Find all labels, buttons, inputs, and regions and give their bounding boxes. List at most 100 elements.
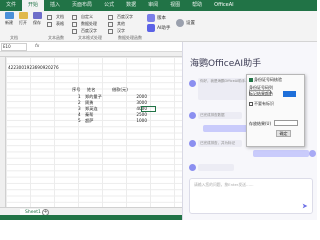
- ribbon-tabs: 文件 开始 插入 页面布局 公式 数据 审阅 视图 帮助 OfficeAI: [0, 0, 317, 11]
- formula-bar: E10 fx: [0, 42, 182, 52]
- group-label-text-func: 文本函数: [48, 35, 64, 40]
- selected-cell[interactable]: [141, 106, 156, 112]
- open-button[interactable]: 打开: [17, 12, 29, 26]
- table-row-id[interactable]: 5: [78, 118, 81, 123]
- panel-title: 海鹦OfficeAI助手: [190, 59, 262, 69]
- ai-assistant-button[interactable]: AI助手: [147, 24, 170, 32]
- ai-robot-icon: [147, 24, 155, 32]
- table-row-amount[interactable]: 2000: [131, 94, 147, 99]
- checkbox-box: [249, 102, 253, 106]
- assistant-avatar: [189, 140, 196, 147]
- open-button-label: 打开: [19, 20, 27, 25]
- dialog-title-text: 身份证号码核验: [254, 77, 282, 82]
- marker-color-input[interactable]: [283, 91, 296, 97]
- folder-icon: [18, 12, 28, 19]
- table-row-id[interactable]: 3: [78, 106, 81, 111]
- version-label: 版本: [157, 16, 166, 21]
- ribbon-row-3: 自定义: [72, 14, 93, 20]
- ribbon-item-baidu-2[interactable]: 百度汉字: [117, 14, 133, 20]
- ribbon-item-custom[interactable]: 自定义: [81, 14, 93, 20]
- tab-view[interactable]: 视图: [164, 0, 186, 11]
- settings-button[interactable]: 设置: [176, 19, 195, 27]
- table-row-amount[interactable]: 2500: [131, 112, 147, 117]
- tab-officeai[interactable]: OfficeAI: [208, 0, 240, 11]
- table-row-name[interactable]: 超萨: [85, 118, 93, 124]
- name-box[interactable]: E10: [1, 42, 27, 51]
- save-button[interactable]: 保存: [31, 12, 43, 26]
- checkbox-label: 不要有标识: [254, 101, 274, 106]
- user-message: [253, 150, 309, 157]
- checkbox-icon: [72, 21, 77, 27]
- table-row-amount[interactable]: 3000: [131, 100, 147, 105]
- assistant-avatar: [189, 80, 196, 87]
- ribbon-row-1: 文档: [47, 14, 64, 20]
- checkbox-icon: [47, 21, 52, 27]
- chat-input-placeholder: 请输入您的问题，按Enter发送……: [194, 182, 254, 187]
- marker-label: 标记结果颜色: [249, 91, 273, 96]
- new-button-label: 新建: [5, 20, 13, 25]
- id-check-dialog: 身份证号码核验 身份证号码列 标记结果颜色 不要有标识 存放结果(U) 确定: [246, 74, 305, 147]
- tab-page-layout[interactable]: 页面布局: [66, 0, 98, 11]
- user-avatar: [309, 150, 316, 157]
- table-row-id[interactable]: 2: [78, 100, 81, 105]
- user-message: [203, 125, 251, 132]
- assistant-message: 已完成排查，并为标记: [198, 140, 242, 147]
- tab-review[interactable]: 审阅: [142, 0, 164, 11]
- settings-label: 设置: [186, 21, 195, 26]
- ribbon-row-4: 数据处理: [72, 21, 97, 27]
- ribbon-item-table[interactable]: 表格: [56, 21, 64, 27]
- excel-icon: [249, 78, 253, 82]
- ribbon-row-7: 其他: [108, 21, 125, 27]
- ribbon-row-5: 百度汉字: [72, 28, 97, 34]
- spreadsheet-grid[interactable]: [0, 52, 182, 207]
- checkbox-icon: [72, 14, 77, 20]
- column-headers: [0, 52, 182, 57]
- ribbon-item-doc[interactable]: 文档: [56, 14, 64, 20]
- save-button-label: 保存: [33, 20, 41, 25]
- chat-input[interactable]: 请输入您的问题，按Enter发送……: [189, 178, 313, 214]
- fx-icon: fx: [35, 44, 40, 49]
- output-input[interactable]: [274, 120, 298, 126]
- tab-file[interactable]: 文件: [0, 0, 22, 11]
- assistant-message: [198, 164, 234, 171]
- ribbon-row-8: 汉字: [108, 28, 125, 34]
- tab-home[interactable]: 开始: [22, 0, 45, 11]
- status-bar: [0, 215, 182, 220]
- version-button[interactable]: 版本: [147, 14, 166, 22]
- group-label-data-func: 数据处理函数: [118, 35, 142, 40]
- checkbox-icon: [108, 21, 113, 27]
- header-amount[interactable]: 借款(元): [112, 87, 128, 93]
- checkbox-icon: [108, 28, 113, 34]
- tab-formulas[interactable]: 公式: [98, 0, 120, 11]
- ribbon-row-2: 表格: [47, 21, 64, 27]
- version-icon: [147, 14, 155, 22]
- table-row-id[interactable]: 4: [78, 112, 81, 117]
- header-name[interactable]: 姓名: [87, 87, 95, 93]
- tab-insert[interactable]: 插入: [44, 0, 66, 11]
- table-row-amount[interactable]: 1000: [131, 118, 147, 123]
- ok-button[interactable]: 确定: [276, 130, 291, 137]
- new-button[interactable]: 新建: [3, 12, 15, 26]
- no-marker-checkbox[interactable]: 不要有标识: [249, 101, 274, 107]
- send-icon[interactable]: [302, 203, 308, 209]
- cell-top-text[interactable]: 4223001923690920276: [8, 65, 59, 70]
- table-row-id[interactable]: 1: [78, 94, 81, 99]
- assistant-message: 已完成排查数据: [198, 112, 242, 119]
- header-id[interactable]: 序号: [72, 87, 80, 93]
- ribbon-row-6: 百度汉字: [108, 14, 133, 20]
- assistant-avatar: [189, 112, 196, 119]
- checkbox-icon: [108, 14, 113, 20]
- tab-help[interactable]: 帮助: [186, 0, 208, 11]
- new-document-icon: [4, 12, 14, 19]
- output-label: 存放结果(U): [249, 121, 272, 126]
- ribbon-item-data-processing[interactable]: 数据处理: [81, 21, 97, 27]
- ai-assistant-label: AI助手: [157, 26, 171, 31]
- checkbox-icon: [72, 28, 77, 34]
- dialog-title: 身份证号码核验: [249, 77, 282, 83]
- ribbon-item-baidu[interactable]: 百度汉字: [81, 28, 97, 34]
- assistant-avatar: [189, 164, 196, 171]
- group-label-doc: 文档: [10, 35, 18, 40]
- ribbon-item-hanzi[interactable]: 汉字: [117, 28, 125, 34]
- tab-data[interactable]: 数据: [120, 0, 142, 11]
- ribbon-item-other[interactable]: 其他: [117, 21, 125, 27]
